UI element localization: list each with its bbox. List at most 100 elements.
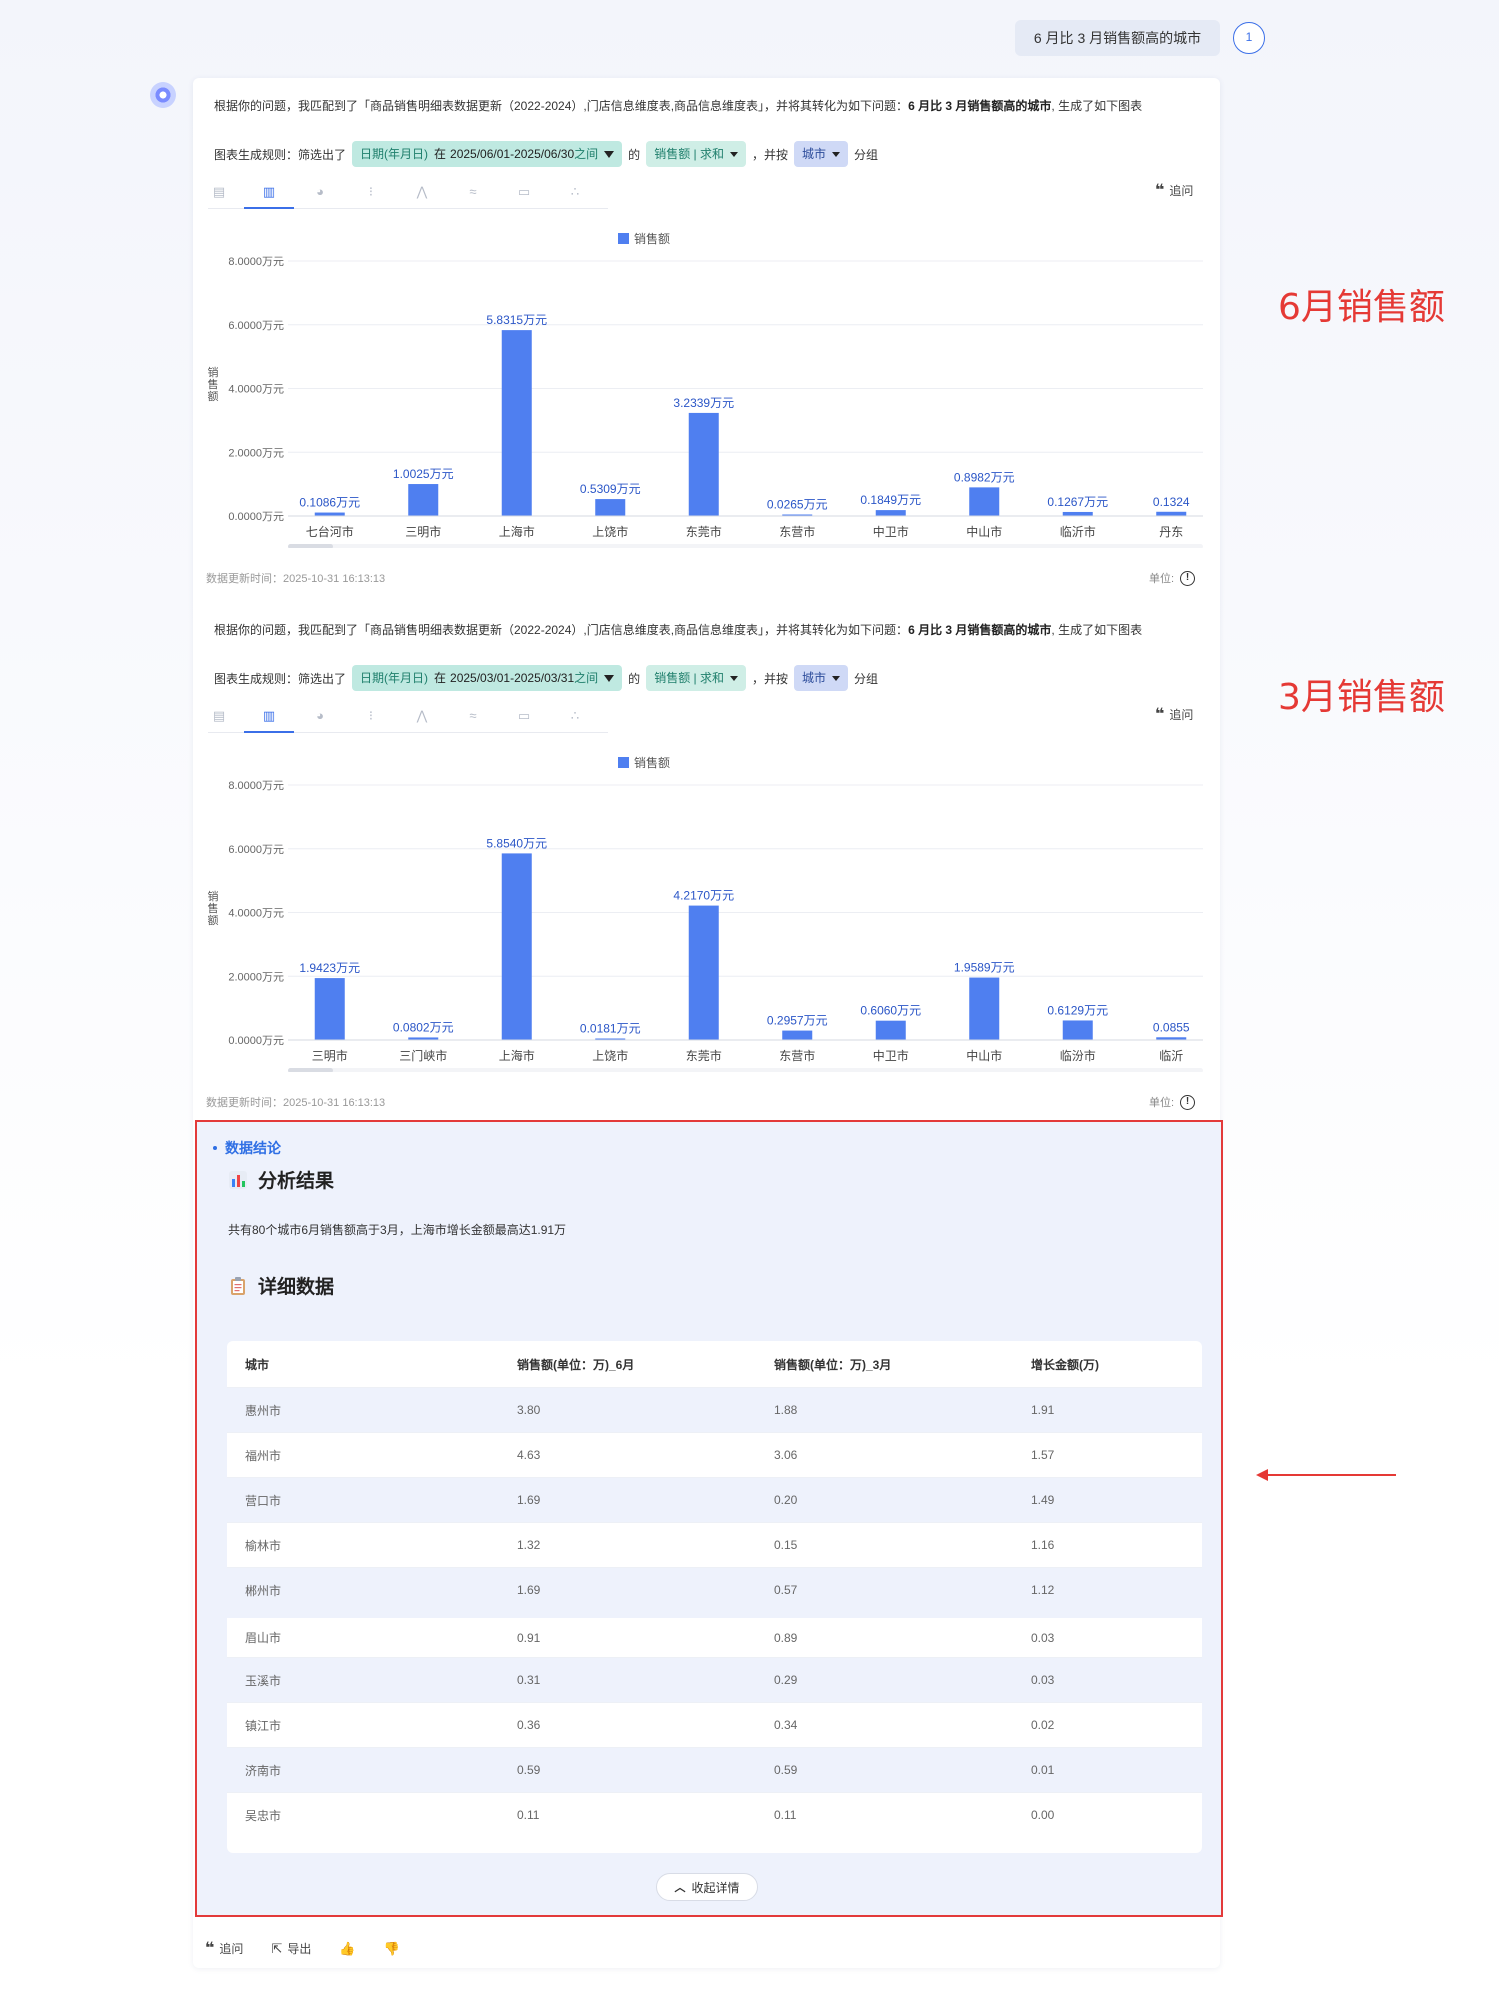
- bar: [875, 1020, 906, 1040]
- table-icon[interactable]: ▤: [210, 183, 228, 201]
- data-label: 0.1267万元: [1047, 495, 1108, 509]
- stacked-bar-icon[interactable]: ⁝: [362, 183, 380, 201]
- table-cell: 营口市: [245, 1493, 282, 1508]
- x-tick-label: 临汾市: [1060, 1048, 1096, 1063]
- x-tick-label: 三明市: [312, 1048, 348, 1063]
- card-icon[interactable]: ▭: [515, 707, 533, 725]
- x-tick-label: 上饶市: [592, 1048, 628, 1063]
- table-cell: 0.03: [1031, 1630, 1055, 1645]
- quote-icon: ❝: [1155, 181, 1165, 199]
- x-tick-label: 中卫市: [873, 524, 909, 539]
- scatter-icon[interactable]: ∴: [566, 707, 584, 725]
- pie-chart-icon[interactable]: ◕: [311, 183, 329, 201]
- user-avatar: 1: [1233, 22, 1265, 54]
- column-header: 销售额(单位：万)_6月: [517, 1357, 635, 1372]
- data-label: 0.6129万元: [1047, 1003, 1108, 1017]
- data-label: 0.5309万元: [580, 482, 641, 496]
- clipboard-emoji-icon: [231, 1276, 245, 1295]
- table-cell: 0.57: [774, 1583, 798, 1597]
- column-header: 增长金额(万): [1031, 1357, 1099, 1372]
- bar: [501, 853, 532, 1040]
- table-cell: 0.59: [517, 1763, 541, 1777]
- y-tick-label: 0.0000万元: [228, 1035, 284, 1047]
- area-chart-icon[interactable]: ≈: [464, 707, 482, 725]
- data-label: 0.6060万元: [860, 1004, 921, 1018]
- date-filter-pill[interactable]: 日期(年月日) 在 2025/03/01-2025/03/31 之间: [352, 665, 623, 691]
- detail-heading: 详细数据: [228, 1272, 334, 1299]
- table-cell: 镇江市: [245, 1718, 282, 1733]
- y-axis-label: 售: [208, 377, 219, 391]
- measure-pill[interactable]: 销售额 | 求和: [646, 141, 746, 167]
- legend-label: 销售额: [634, 231, 670, 246]
- info-icon[interactable]: !: [1180, 1094, 1196, 1110]
- assistant-avatar: [150, 82, 176, 108]
- table-row: 惠州市 3.80 1.88 1.91: [227, 1387, 1202, 1432]
- scatter-icon[interactable]: ∴: [566, 183, 584, 201]
- thumbs-up-button[interactable]: 👍: [339, 1941, 355, 1957]
- table-cell: 4.63: [517, 1448, 541, 1462]
- intro-text: 根据你的问题，我匹配到了「商品销售明细表数据更新（2022-2024）,门店信息…: [214, 623, 1143, 637]
- user-question-bubble: 6 月比 3 月销售额高的城市: [1015, 20, 1220, 56]
- data-label: 1.9589万元: [954, 961, 1015, 975]
- info-icon[interactable]: !: [1180, 570, 1196, 586]
- table-row: 眉山市 0.91 0.89 0.03: [227, 1612, 1202, 1657]
- group-field-pill[interactable]: 城市: [794, 665, 849, 691]
- x-tick-label: 东莞市: [686, 524, 722, 539]
- export-button[interactable]: ⇱ 导出: [271, 1940, 311, 1957]
- x-tick-label: 三门峡市: [399, 1048, 447, 1063]
- table-icon[interactable]: ▤: [210, 707, 228, 725]
- data-label: 0.8982万元: [954, 470, 1015, 484]
- stacked-bar-icon[interactable]: ⁝: [362, 707, 380, 725]
- thumbs-up-icon: 👍: [339, 1940, 356, 1956]
- y-tick-label: 2.0000万元: [228, 971, 284, 983]
- measure-pill[interactable]: 销售额 | 求和: [646, 665, 746, 691]
- x-tick-label: 上海市: [499, 1048, 535, 1063]
- bar-chart-emoji-icon: [229, 1170, 247, 1189]
- follow-up-button[interactable]: ❝ 追问: [205, 1940, 243, 1957]
- data-label: 0.2957万元: [767, 1014, 828, 1028]
- rule-label: 图表生成规则：筛选出了: [214, 671, 347, 686]
- filter-icon[interactable]: [604, 674, 615, 682]
- chart-rule-row: 图表生成规则：筛选出了 日期(年月日) 在 2025/06/01-2025/06…: [214, 141, 878, 167]
- x-tick-label: 临沂: [1159, 1049, 1183, 1063]
- x-tick-label: 东营市: [779, 524, 815, 539]
- table-cell: 3.80: [517, 1403, 541, 1417]
- unit-label: 单位: !: [1149, 570, 1196, 586]
- bar-chart-june: 销售额 0.0000万元 2.0000万元 4.0000万元 6.0000万元 8.000…: [208, 231, 1203, 548]
- line-chart-icon[interactable]: ⋀: [413, 183, 431, 201]
- filter-icon[interactable]: [604, 150, 615, 158]
- bar-chart-march: 销售额 0.0000万元 2.0000万元 4.0000万元 6.0000万元 8.000…: [208, 755, 1203, 1072]
- data-label: 4.2170万元: [673, 889, 734, 903]
- bar: [314, 512, 345, 516]
- card-icon[interactable]: ▭: [515, 183, 533, 201]
- line-chart-icon[interactable]: ⋀: [413, 707, 431, 725]
- bar-chart-icon[interactable]: ▥: [260, 707, 278, 725]
- y-axis-label: 销: [208, 365, 219, 379]
- collapse-details-button[interactable]: ︿ 收起详情: [656, 1873, 758, 1901]
- area-chart-icon[interactable]: ≈: [464, 183, 482, 201]
- bar: [969, 977, 1000, 1040]
- bar-chart-icon[interactable]: ▥: [260, 183, 278, 201]
- update-time: 数据更新时间：2025-10-31 16:13:13: [206, 573, 386, 585]
- intro-text: 根据你的问题，我匹配到了「商品销售明细表数据更新（2022-2024）,门店信息…: [214, 99, 1143, 113]
- pie-chart-icon[interactable]: ◕: [311, 707, 329, 725]
- follow-up-link[interactable]: ❝ 追问: [1155, 182, 1193, 199]
- bar: [1156, 511, 1187, 516]
- y-tick-label: 6.0000万元: [228, 320, 284, 332]
- y-axis-label: 额: [208, 914, 219, 927]
- date-filter-pill[interactable]: 日期(年月日) 在 2025/06/01-2025/06/30 之间: [352, 141, 623, 167]
- table-cell: 1.69: [517, 1583, 541, 1597]
- table-cell: 惠州市: [245, 1403, 282, 1418]
- thumbs-down-button[interactable]: 👎: [384, 1941, 400, 1957]
- data-label: 1.0025万元: [393, 467, 454, 481]
- table-cell: 1.16: [1031, 1538, 1055, 1552]
- y-tick-label: 4.0000万元: [228, 384, 284, 396]
- legend-swatch: [618, 233, 629, 244]
- bullet-dot: [213, 1146, 217, 1150]
- data-label: 0.1324: [1153, 495, 1190, 509]
- group-field-pill[interactable]: 城市: [794, 141, 849, 167]
- y-tick-label: 6.0000万元: [228, 844, 284, 856]
- follow-up-link[interactable]: ❝ 追问: [1155, 706, 1193, 723]
- data-label: 0.0181万元: [580, 1022, 641, 1036]
- table-cell: 0.36: [517, 1718, 541, 1732]
